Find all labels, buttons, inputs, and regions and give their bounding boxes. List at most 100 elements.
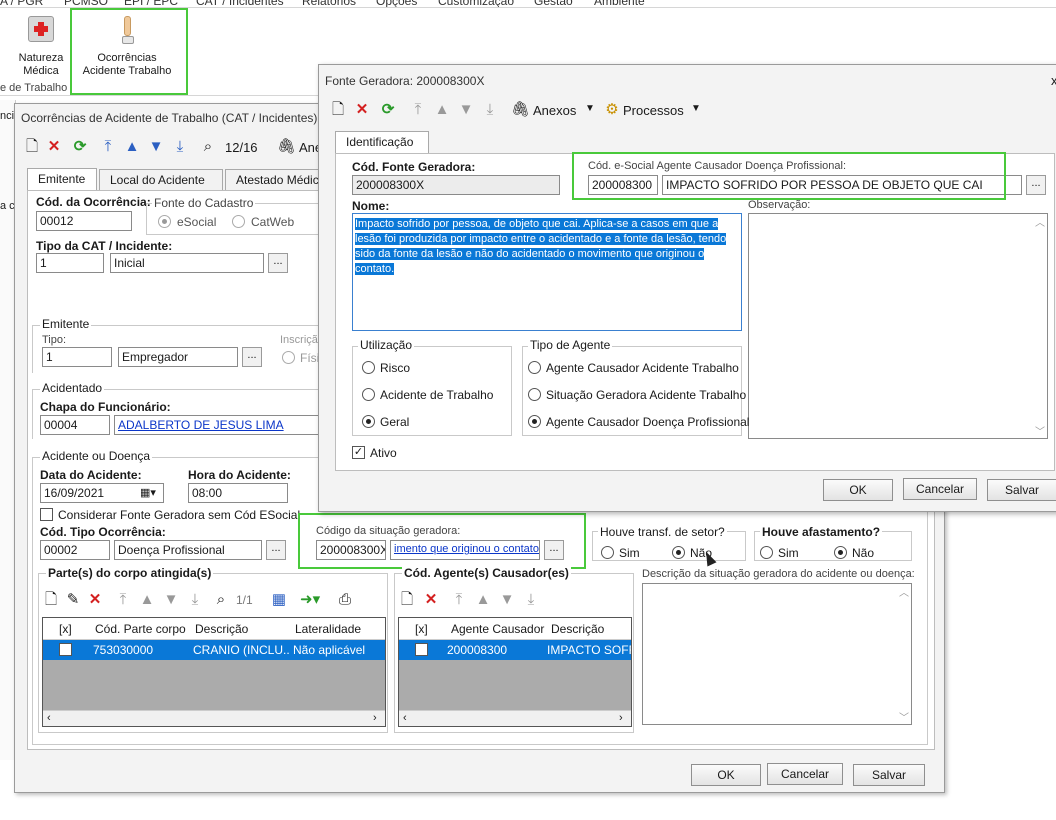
fonte-next-icon[interactable]: ▼ bbox=[457, 101, 475, 119]
cat-salvar-button[interactable]: Salvar bbox=[853, 764, 925, 786]
fonte-ok-button[interactable]: OK bbox=[823, 479, 893, 501]
agentes-scroll-left-icon[interactable]: ‹ bbox=[403, 712, 407, 724]
nome-textarea[interactable]: Impacto sofrido por pessoa, de objeto qu… bbox=[352, 213, 742, 331]
attachment-icon[interactable]: 🖇 bbox=[277, 138, 296, 156]
agente-3-radio[interactable] bbox=[528, 415, 541, 428]
partes-edit-icon[interactable]: ✎ bbox=[64, 591, 82, 609]
partes-search-icon[interactable]: ⌕ bbox=[212, 591, 230, 609]
tipo-ocorrencia-lookup-button[interactable]: ... bbox=[266, 540, 286, 560]
fonte-refresh-icon[interactable]: ⟳ bbox=[379, 101, 397, 119]
cod-ocorrencia-field[interactable]: 00012 bbox=[36, 211, 132, 231]
chapa-name-field[interactable]: ADALBERTO DE JESUS LIMA bbox=[114, 415, 334, 435]
agentes-scroll-right-icon[interactable]: › bbox=[619, 712, 623, 724]
partes-export-icon[interactable]: ➜▾ bbox=[300, 591, 320, 609]
partes-print-icon[interactable]: ⎙ bbox=[336, 591, 354, 609]
util-acidente-radio[interactable] bbox=[362, 388, 375, 401]
partes-first-icon[interactable]: ⤒ bbox=[114, 591, 132, 609]
observacao-textarea[interactable]: ︿ ﹀ bbox=[748, 213, 1048, 439]
delete-icon[interactable]: ✕ bbox=[45, 138, 63, 156]
agentes-delete-icon[interactable]: ✕ bbox=[422, 591, 440, 609]
partes-col-descricao[interactable]: Descrição bbox=[195, 622, 248, 636]
table-row[interactable]: 753030000 CRANIO (INCLU... Não aplicável bbox=[43, 640, 385, 660]
table-row[interactable]: 200008300 IMPACTO SOFRI bbox=[399, 640, 631, 660]
partes-next-icon[interactable]: ▼ bbox=[162, 591, 180, 609]
fonte-close-icon[interactable]: x bbox=[1051, 73, 1056, 88]
agente-1-radio[interactable] bbox=[528, 361, 541, 374]
partes-scroll-right-icon[interactable]: › bbox=[373, 712, 377, 724]
tipo-code-field[interactable]: 1 bbox=[42, 347, 112, 367]
tipo-ocorrencia-code-field[interactable]: 00002 bbox=[40, 540, 110, 560]
tab-identificacao[interactable]: Identificação bbox=[335, 131, 429, 154]
desc-situacao-scrollbar[interactable]: ︿ ﹀ bbox=[897, 584, 911, 724]
afast-nao-radio[interactable] bbox=[834, 546, 847, 559]
fonte-prev-icon[interactable]: ▲ bbox=[433, 101, 451, 119]
util-risco-radio[interactable] bbox=[362, 361, 375, 374]
fonte-first-icon[interactable]: ⤒ bbox=[409, 101, 427, 119]
hora-acidente-field[interactable]: 08:00 bbox=[188, 483, 288, 503]
agentes-next-icon[interactable]: ▼ bbox=[498, 591, 516, 609]
agentes-new-icon[interactable]: 🗋 bbox=[398, 591, 416, 609]
partes-scroll-left-icon[interactable]: ‹ bbox=[47, 712, 51, 724]
chapa-code-field[interactable]: 00004 bbox=[40, 415, 110, 435]
agentes-col-descricao[interactable]: Descrição bbox=[551, 622, 604, 636]
partes-delete-icon[interactable]: ✕ bbox=[86, 591, 104, 609]
afast-sim-radio[interactable] bbox=[760, 546, 773, 559]
cat-ok-button[interactable]: OK bbox=[691, 764, 761, 786]
tipo-cat-lookup-button[interactable]: ... bbox=[268, 253, 288, 273]
agentes-first-icon[interactable]: ⤒ bbox=[450, 591, 468, 609]
agentes-row-checkbox[interactable] bbox=[415, 643, 428, 656]
desc-scroll-down-icon[interactable]: ﹀ bbox=[897, 709, 911, 724]
first-record-icon[interactable]: ⤒ bbox=[99, 138, 117, 156]
agentes-prev-icon[interactable]: ▲ bbox=[474, 591, 492, 609]
desc-scroll-up-icon[interactable]: ︿ bbox=[897, 584, 911, 599]
partes-grid-icon[interactable]: ▦ bbox=[270, 591, 288, 609]
partes-scrollbar[interactable]: ‹ › bbox=[43, 710, 385, 726]
partes-last-icon[interactable]: ⤓ bbox=[186, 591, 204, 609]
fonte-delete-icon[interactable]: ✕ bbox=[353, 101, 371, 119]
tipo-cat-code-field[interactable]: 1 bbox=[36, 253, 104, 273]
fonte-attachment-icon[interactable]: 🖇 bbox=[511, 101, 530, 119]
transf-nao-radio[interactable] bbox=[672, 546, 685, 559]
fonte-processos-dropdown-icon[interactable]: ▼ bbox=[691, 103, 701, 114]
obs-scrollbar[interactable]: ︿ ﹀ bbox=[1033, 214, 1047, 438]
tab-local-acidente[interactable]: Local do Acidente bbox=[99, 169, 223, 191]
partes-prev-icon[interactable]: ▲ bbox=[138, 591, 156, 609]
considerar-fonte-checkbox[interactable] bbox=[40, 508, 53, 521]
next-record-icon[interactable]: ▼ bbox=[147, 138, 165, 156]
transf-sim-radio[interactable] bbox=[601, 546, 614, 559]
new-doc-icon[interactable]: 🗋 bbox=[23, 138, 41, 156]
tab-emitente[interactable]: Emitente bbox=[27, 168, 97, 191]
tipo-lookup-button[interactable]: ... bbox=[242, 347, 262, 367]
fonte-processos-button[interactable]: Processos bbox=[623, 103, 684, 118]
agente-2-radio[interactable] bbox=[528, 388, 541, 401]
natureza-medica-button[interactable]: Natureza Médica bbox=[12, 14, 68, 80]
esocial-lookup-button[interactable]: ... bbox=[1026, 175, 1046, 195]
fonte-anexos-dropdown-icon[interactable]: ▼ bbox=[585, 103, 595, 114]
last-record-icon[interactable]: ⤓ bbox=[171, 138, 189, 156]
cat-cancelar-button[interactable]: Cancelar bbox=[767, 763, 843, 785]
fonte-cancelar-button[interactable]: Cancelar bbox=[903, 478, 977, 500]
agentes-scrollbar[interactable]: ‹ › bbox=[399, 710, 631, 726]
agentes-col-agente[interactable]: Agente Causador bbox=[451, 622, 544, 636]
obs-scroll-down-icon[interactable]: ﹀ bbox=[1033, 423, 1047, 438]
prev-record-icon[interactable]: ▲ bbox=[123, 138, 141, 156]
util-geral-radio[interactable] bbox=[362, 415, 375, 428]
calendar-dropdown-button[interactable]: ▦▾ bbox=[134, 484, 162, 502]
partes-new-icon[interactable]: 🗋 bbox=[42, 591, 60, 609]
tipo-ocorrencia-desc-field[interactable]: Doença Profissional bbox=[114, 540, 262, 560]
ativo-checkbox[interactable]: ✓ bbox=[352, 446, 365, 459]
fonte-anexos-button[interactable]: Anexos bbox=[533, 103, 576, 118]
fonte-esocial-radio[interactable] bbox=[158, 215, 171, 228]
obs-scroll-up-icon[interactable]: ︿ bbox=[1033, 214, 1047, 229]
partes-col-codigo[interactable]: Cód. Parte corpo bbox=[95, 622, 186, 636]
partes-col-lateralidade[interactable]: Lateralidade bbox=[295, 622, 361, 636]
fonte-catweb-radio[interactable] bbox=[232, 215, 245, 228]
cod-fonte-field[interactable]: 200008300X bbox=[352, 175, 560, 195]
refresh-icon[interactable]: ⟳ bbox=[71, 138, 89, 156]
fisica-radio[interactable] bbox=[282, 351, 295, 364]
fonte-processos-icon[interactable]: ⚙ bbox=[603, 101, 621, 119]
tipo-cat-desc-field[interactable]: Inicial bbox=[110, 253, 264, 273]
tipo-desc-field[interactable]: Empregador bbox=[118, 347, 238, 367]
agentes-last-icon[interactable]: ⤓ bbox=[522, 591, 540, 609]
fonte-salvar-button[interactable]: Salvar bbox=[987, 479, 1056, 501]
